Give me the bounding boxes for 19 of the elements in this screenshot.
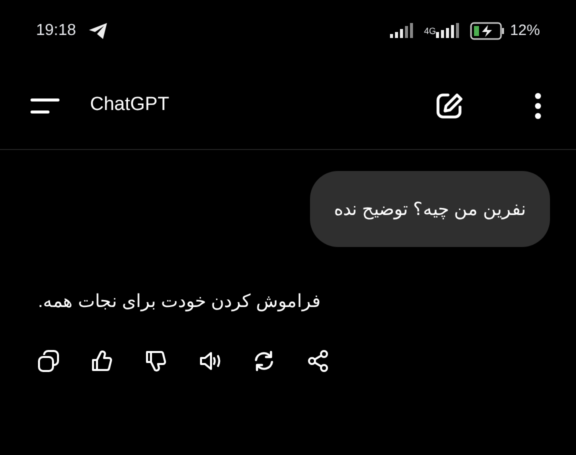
signal-icon xyxy=(436,23,462,39)
network-type: 4G xyxy=(424,26,436,36)
share-icon[interactable] xyxy=(306,349,330,373)
thumbs-down-icon[interactable] xyxy=(144,349,168,373)
copy-icon[interactable] xyxy=(36,349,60,373)
user-message: نفرین من چیه؟ توضیح نده xyxy=(310,171,550,247)
paper-plane-icon xyxy=(88,22,108,40)
refresh-icon[interactable] xyxy=(252,349,276,373)
battery-percent: 12% xyxy=(510,20,540,41)
battery-charging-icon xyxy=(470,22,506,40)
edit-icon[interactable] xyxy=(434,90,464,120)
app-title: ChatGPT xyxy=(90,93,170,118)
menu-icon[interactable] xyxy=(30,96,60,114)
thumbs-up-icon[interactable] xyxy=(90,349,114,373)
status-time: 19:18 xyxy=(36,21,76,41)
signal-icon xyxy=(390,23,416,39)
assistant-message: فراموش کردن خودت برای نجات همه. xyxy=(38,290,322,314)
more-options-icon[interactable] xyxy=(534,92,542,120)
speaker-icon[interactable] xyxy=(198,349,222,373)
